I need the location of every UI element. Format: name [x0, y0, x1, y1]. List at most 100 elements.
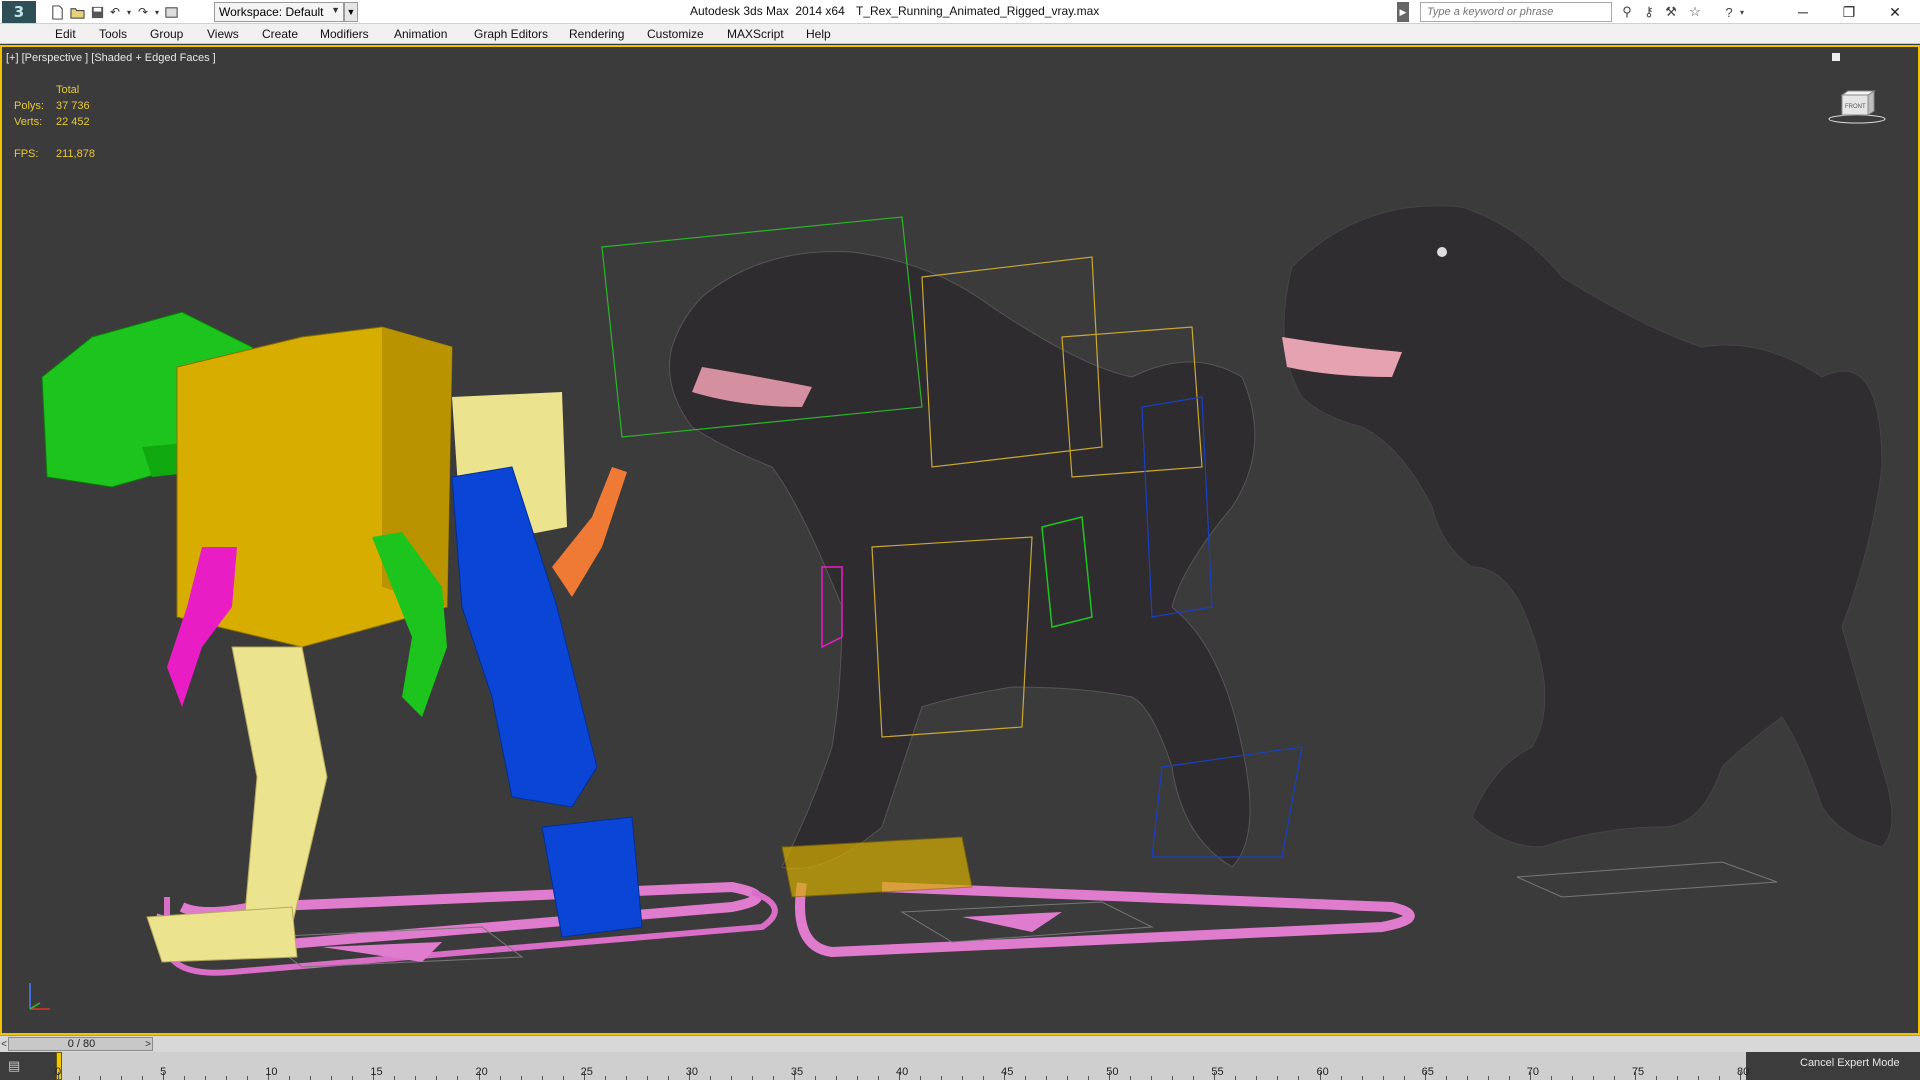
timeline-tick-label: 70: [1526, 1066, 1539, 1078]
timeline-tick: [772, 1076, 774, 1080]
timeline-tick: [1088, 1076, 1090, 1080]
timeline-tick: [79, 1076, 81, 1080]
save-icon[interactable]: [88, 3, 106, 21]
timeline-tick: [1361, 1076, 1363, 1080]
shaded-trex-model[interactable]: [1282, 205, 1893, 898]
cancel-expert-mode-button[interactable]: Cancel Expert Mode: [1800, 1057, 1900, 1069]
timeline-tick: [1130, 1076, 1132, 1080]
timeline-tick: [646, 1076, 648, 1080]
workspace-dropdown[interactable]: Workspace: Default ▼: [214, 2, 344, 22]
timeline-tick: [1697, 1076, 1699, 1080]
timeline-tick: [1508, 1076, 1510, 1080]
timeline-tick: [310, 1076, 312, 1080]
perspective-viewport[interactable]: [+] [Perspective ] [Shaded + Edged Faces…: [0, 45, 1920, 1035]
menu-views[interactable]: Views: [207, 27, 239, 41]
timeline-tick: [941, 1076, 943, 1080]
search-expand-icon[interactable]: ▶: [1397, 2, 1409, 22]
close-icon[interactable]: ✕: [1872, 0, 1918, 24]
quick-access-customize-icon[interactable]: ▼: [344, 2, 358, 22]
timeline-tick-label: 40: [896, 1066, 909, 1078]
timeline-tick-label: 55: [1211, 1066, 1224, 1078]
project-folder-icon[interactable]: [162, 3, 180, 21]
timeline-tick: [121, 1076, 123, 1080]
menu-edit[interactable]: Edit: [55, 27, 76, 41]
timeline-ruler[interactable]: 0 5 10 15 20 25 30 35 40 45 50 55 60 65 70 75 80: [55, 1052, 1750, 1080]
timeline-tick: [100, 1076, 102, 1080]
search-input[interactable]: [1420, 2, 1612, 22]
timeline-tick-label: 50: [1106, 1066, 1119, 1078]
help-dropdown-icon[interactable]: ▾: [1736, 2, 1748, 22]
timeline-tick-label: 20: [475, 1066, 488, 1078]
timeline-tick-label: 10: [265, 1066, 278, 1078]
timeline-tick: [541, 1076, 543, 1080]
menu-group[interactable]: Group: [150, 27, 183, 41]
timeline-tick-label: 45: [1001, 1066, 1014, 1078]
timeline-tick-label: 75: [1631, 1066, 1645, 1078]
timeline-tick: [562, 1076, 564, 1080]
menu-modifiers[interactable]: Modifiers: [320, 27, 369, 41]
timeline-tick: [1676, 1076, 1678, 1080]
timeline-tick: [1277, 1076, 1279, 1080]
timeline-tick: [1466, 1076, 1468, 1080]
timeline-tick: [289, 1076, 291, 1080]
restore-icon[interactable]: ❐: [1826, 0, 1872, 24]
time-slider-value: 0 / 80: [67, 1038, 96, 1050]
time-slider-bar: < 0 / 80 >: [0, 1035, 1920, 1052]
timeline-tick: [184, 1076, 186, 1080]
app-title: Autodesk 3ds Max 2014 x64: [690, 4, 845, 18]
app-logo-button[interactable]: 3: [2, 1, 36, 23]
favorites-star-icon[interactable]: ☆: [1684, 2, 1706, 22]
menu-maxscript[interactable]: MAXScript: [727, 27, 784, 41]
timeline-tick: [415, 1076, 417, 1080]
menu-rendering[interactable]: Rendering: [569, 27, 624, 41]
time-prev-button[interactable]: <: [0, 1037, 8, 1051]
menu-help[interactable]: Help: [806, 27, 831, 41]
menu-customize[interactable]: Customize: [647, 27, 704, 41]
timeline-tick-label: 0: [55, 1066, 62, 1078]
timeline-tick: [1235, 1076, 1237, 1080]
menu-graph-editors[interactable]: Graph Editors: [474, 27, 548, 41]
menu-animation[interactable]: Animation: [394, 27, 447, 41]
menu-create[interactable]: Create: [262, 27, 298, 41]
timeline-tick: [1403, 1076, 1405, 1080]
timeline-tick-label: 5: [160, 1066, 167, 1078]
timeline-tick: [835, 1076, 837, 1080]
timeline-tick: [814, 1076, 816, 1080]
timeline-tick: [1298, 1076, 1300, 1080]
timeline-tick: [1487, 1076, 1489, 1080]
timeline-tick: [983, 1076, 985, 1080]
timeline-tick: [1340, 1076, 1342, 1080]
mini-curve-editor-icon[interactable]: ▤: [8, 1058, 32, 1076]
subscription-key-icon[interactable]: ⚷: [1638, 2, 1660, 22]
menu-tools[interactable]: Tools: [99, 27, 127, 41]
time-slider[interactable]: 0 / 80: [8, 1037, 153, 1051]
timeline-tick: [1613, 1076, 1615, 1080]
new-file-icon[interactable]: [48, 3, 66, 21]
time-next-button[interactable]: >: [143, 1037, 153, 1051]
timeline-tick: [1025, 1076, 1027, 1080]
timeline-tick: [877, 1076, 879, 1080]
workspace-label: Workspace: Default: [219, 5, 324, 19]
timeline-tick: [1193, 1076, 1195, 1080]
timeline-tick: [1151, 1076, 1153, 1080]
timeline-tick-label: 80: [1737, 1066, 1750, 1078]
timeline-tick: [1655, 1076, 1657, 1080]
timeline-tick: [394, 1076, 396, 1080]
timeline-tick: [730, 1076, 732, 1080]
timeline-tick: [520, 1076, 522, 1080]
timeline-tick: [1592, 1076, 1594, 1080]
timeline-tick: [205, 1076, 207, 1080]
chevron-down-icon: ▼: [331, 5, 340, 15]
timeline-tick: [1445, 1076, 1447, 1080]
block-rig-model[interactable]: [41, 311, 778, 976]
timeline-tick: [1172, 1076, 1174, 1080]
timeline-tick-label: 60: [1316, 1066, 1329, 1078]
scene-render: [41, 205, 1893, 976]
timeline-tick-label: 65: [1421, 1066, 1434, 1078]
minimize-icon[interactable]: ─: [1780, 0, 1826, 24]
timeline-tick: [667, 1076, 669, 1080]
timeline-tick: [920, 1076, 922, 1080]
binoculars-icon[interactable]: ⚲: [1616, 2, 1638, 22]
open-folder-icon[interactable]: [68, 3, 86, 21]
communication-center-icon[interactable]: ⚒: [1660, 2, 1682, 22]
